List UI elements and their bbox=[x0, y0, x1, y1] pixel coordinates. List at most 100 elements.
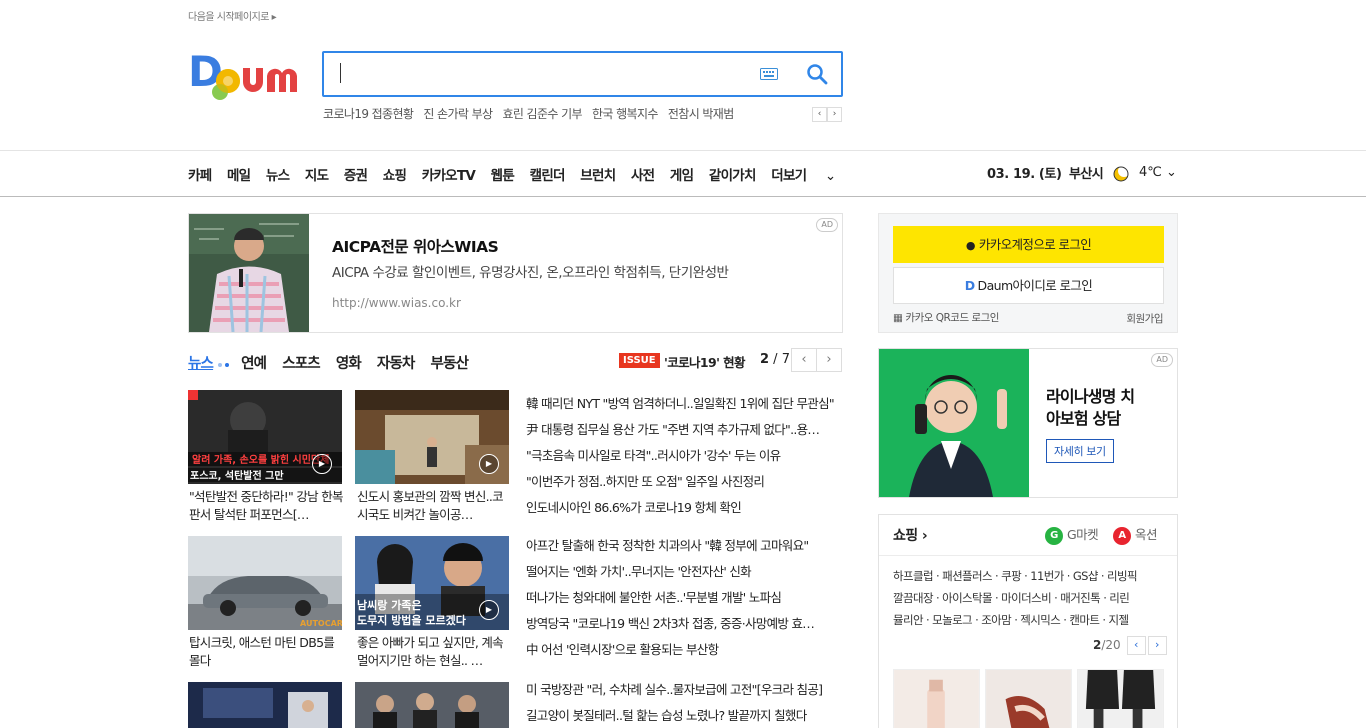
tab-news[interactable]: 뉴스 bbox=[188, 356, 214, 372]
headline-item[interactable]: "이번주가 정점..하지만 또 오점" 일주일 사진정리 bbox=[526, 469, 846, 495]
headline-item[interactable]: 인도네시아인 86.6%가 코로나19 항체 확인 bbox=[526, 495, 846, 521]
tab-sports[interactable]: 스포츠 bbox=[282, 356, 320, 372]
nav-item-kakaotv[interactable]: 카카오TV bbox=[422, 168, 476, 184]
trending-keywords: 코로나19 접종현황 진 손가락 부상 효린 김준수 기부 한국 행복지수 전참시 박재… bbox=[323, 105, 744, 122]
ad-url[interactable]: http://www.wias.co.kr bbox=[332, 296, 461, 310]
ad-badge: AD bbox=[816, 218, 838, 232]
auction-link[interactable]: A 옥션 bbox=[1113, 524, 1158, 545]
weather-city[interactable]: 부산시 bbox=[1069, 163, 1104, 182]
headline-item[interactable]: 길고양이 봇질테러..털 핥는 습성 노렸나? 발끝까지 칠했다 bbox=[526, 703, 846, 728]
gmarket-link[interactable]: G G마켓 bbox=[1045, 524, 1099, 545]
tab-entertainment[interactable]: 연예 bbox=[241, 356, 267, 372]
headline-item[interactable]: 방역당국 "코로나19 백신 2차3차 접종, 중증·사망예방 효… bbox=[526, 611, 846, 637]
tab-car[interactable]: 자동차 bbox=[377, 356, 415, 372]
shopping-prev-button[interactable]: ‹ bbox=[1126, 636, 1146, 655]
page-current: 2 bbox=[760, 352, 770, 367]
text-cursor bbox=[340, 63, 341, 83]
issue-badge: ISSUE bbox=[619, 353, 660, 368]
search-box[interactable] bbox=[322, 51, 843, 97]
officials-photo bbox=[355, 682, 509, 728]
play-icon: ▶ bbox=[479, 454, 499, 474]
issue-prev-button[interactable]: ‹ bbox=[791, 348, 817, 372]
issue-next-button[interactable]: › bbox=[816, 348, 842, 372]
issue-topic[interactable]: '코로나19' 현황 bbox=[664, 352, 746, 371]
nav-item-news[interactable]: 뉴스 bbox=[266, 168, 290, 184]
insurance-ad[interactable]: AD 라이나생명 치 아보험 상담 자세히 보기 bbox=[878, 348, 1178, 498]
trending-prev-button[interactable]: ‹ bbox=[812, 107, 827, 122]
tab-realestate[interactable]: 부동산 bbox=[431, 356, 469, 372]
search-icon[interactable] bbox=[806, 63, 828, 85]
gmarket-icon: G bbox=[1045, 526, 1063, 545]
nav-item-shopping[interactable]: 쇼핑 bbox=[383, 168, 407, 184]
news-thumbnail-caption[interactable]: 좋은 아빠가 되고 싶지만, 계속 멀어지기만 하는 현실.. … bbox=[357, 634, 513, 670]
nav-item-webtoon[interactable]: 웹툰 bbox=[491, 168, 515, 184]
news-thumbnail-caption[interactable]: 탑시크릿, 애스턴 마틴 DB5를 몰다 bbox=[189, 634, 345, 670]
trending-next-button[interactable]: › bbox=[827, 107, 842, 122]
ad-title[interactable]: AICPA전문 위아스WIAS bbox=[332, 235, 499, 257]
headline-item[interactable]: 떠나가는 청와대에 불안한 서촌..'무분별 개발' 노파심 bbox=[526, 585, 846, 611]
trending-keyword[interactable]: 전참시 박재범 bbox=[668, 107, 734, 121]
signup-link[interactable]: 회원가입 bbox=[1126, 311, 1163, 326]
daum-logo[interactable]: D bbox=[188, 48, 306, 100]
news-thumbnail-caption[interactable]: "석탄발전 중단하라!" 강남 한복판서 탈석탄 퍼포먼스[… bbox=[189, 488, 345, 524]
auction-icon: A bbox=[1113, 526, 1131, 545]
temperature[interactable]: 4℃ ⌄ bbox=[1139, 165, 1177, 180]
trending-keyword[interactable]: 효린 김준수 기부 bbox=[502, 107, 582, 121]
nav-item-cafe[interactable]: 카페 bbox=[188, 168, 212, 184]
shopping-title-link[interactable]: 쇼핑 › bbox=[893, 525, 928, 545]
trending-keyword[interactable]: 한국 행복지수 bbox=[592, 107, 658, 121]
shopping-next-button[interactable]: › bbox=[1147, 636, 1167, 655]
gmarket-label: G마켓 bbox=[1067, 527, 1099, 542]
shopping-pager: 2/20 ‹ › bbox=[1093, 636, 1167, 655]
nav-item-dictionary[interactable]: 사전 bbox=[631, 168, 655, 184]
trending-keyword[interactable]: 진 손가락 부상 bbox=[423, 107, 493, 121]
keyboard-icon[interactable] bbox=[760, 68, 778, 80]
headline-item[interactable]: 中 어선 '인력시장'으로 활용되는 부산항 bbox=[526, 637, 846, 663]
nav-item-together[interactable]: 같이가치 bbox=[709, 168, 757, 184]
nav-item-brunch[interactable]: 브런치 bbox=[580, 168, 616, 184]
nav-item-map[interactable]: 지도 bbox=[305, 168, 329, 184]
set-homepage-link[interactable]: 다음을 시작페이지로 ▸ bbox=[188, 8, 277, 23]
qr-code-icon: ▦ bbox=[893, 312, 903, 324]
news-thumbnail[interactable] bbox=[355, 682, 509, 728]
trending-keyword[interactable]: 코로나19 접종현황 bbox=[323, 107, 414, 121]
news-thumbnail[interactable]: 남씨랑 가족은 도무지 방법을 모르겠다 ▶ bbox=[355, 536, 509, 630]
ad-description[interactable]: AICPA 수강료 할인이벤트, 유명강사진, 온,오프라인 학점취득, 단기완… bbox=[332, 261, 729, 281]
kakao-login-button[interactable]: ● 카카오계정으로 로그인 bbox=[893, 226, 1164, 263]
news-thumbnail-caption[interactable]: 신도시 홍보관의 깜짝 변신..코시국도 비켜간 놀이공… bbox=[357, 488, 513, 524]
headline-item[interactable]: 尹 대통령 집무실 용산 가도 "주변 지역 추가규제 없다"..용… bbox=[526, 417, 846, 443]
shopping-links: 하프클럽 · 패션플러스 · 쿠팡 · 11번가 · GS샵 · 리빙픽 깔끔대… bbox=[893, 565, 1165, 631]
shopping-links-row[interactable]: 뮬리안 · 모놀로그 · 조아맘 · 젝시믹스 · 캔마트 · 지젤 bbox=[893, 609, 1165, 631]
news-thumbnail[interactable] bbox=[188, 682, 342, 728]
kakao-login-label: 카카오계정으로 로그인 bbox=[978, 237, 1092, 252]
nav-item-mail[interactable]: 메일 bbox=[227, 168, 251, 184]
divider bbox=[879, 555, 1177, 556]
headline-list: 미 국방장관 "러, 수차례 실수..물자보급에 고전"[우크라 침공] 길고양… bbox=[526, 677, 846, 728]
qr-login-link[interactable]: ▦ 카카오 QR코드 로그인 bbox=[893, 310, 999, 325]
product-image[interactable] bbox=[985, 669, 1072, 728]
product-image[interactable] bbox=[1077, 669, 1164, 728]
news-thumbnail[interactable]: 알려 가족, 손오를 밝힌 시민단체 포스코, 석탄발전 그만 ▶ bbox=[188, 390, 342, 484]
headline-item[interactable]: 韓 때리던 NYT "방역 엄격하더니..일일확진 1위에 집단 무관심" bbox=[526, 391, 846, 417]
car-photo: AUTOCAR bbox=[188, 536, 342, 630]
login-box: ● 카카오계정으로 로그인 D Daum아이디로 로그인 ▦ 카카오 QR코드 로그인… bbox=[878, 213, 1178, 333]
news-thumbnail[interactable]: ▶ bbox=[355, 390, 509, 484]
news-thumbnail[interactable]: AUTOCAR bbox=[188, 536, 342, 630]
product-image[interactable] bbox=[893, 669, 980, 728]
daum-login-button[interactable]: D Daum아이디로 로그인 bbox=[893, 267, 1164, 304]
nav-item-game[interactable]: 게임 bbox=[670, 168, 694, 184]
shopping-links-row[interactable]: 깔끔대장 · 아이스탁몰 · 마이더스비 · 매거진톡 · 리린 bbox=[893, 587, 1165, 609]
ad-details-button[interactable]: 자세히 보기 bbox=[1046, 439, 1114, 463]
headline-item[interactable]: 아프간 탈출해 한국 정착한 치과의사 "韓 정부에 고마워요" bbox=[526, 533, 846, 559]
nav-item-stock[interactable]: 증권 bbox=[344, 168, 368, 184]
ad-model-image bbox=[879, 349, 1029, 497]
headline-item[interactable]: 떨어지는 '엔화 가치'..무너지는 '안전자산' 신화 bbox=[526, 559, 846, 585]
nav-item-calendar[interactable]: 캘린더 bbox=[530, 168, 566, 184]
nav-item-more[interactable]: 더보기 ⌄ bbox=[771, 168, 851, 184]
headline-item[interactable]: "극초음속 미사일로 타격"..러시아가 '강수' 두는 이유 bbox=[526, 443, 846, 469]
ad-title[interactable]: 라이나생명 치 아보험 상담 bbox=[1046, 386, 1135, 430]
shopping-links-row[interactable]: 하프클럽 · 패션플러스 · 쿠팡 · 11번가 · GS샵 · 리빙픽 bbox=[893, 565, 1165, 587]
ad-banner[interactable]: AD AICPA전문 위아스WIAS AICPA 수강료 할인이벤트, 유명강사… bbox=[188, 213, 843, 333]
tab-movie[interactable]: 영화 bbox=[336, 356, 362, 372]
headline-item[interactable]: 미 국방장관 "러, 수차례 실수..물자보급에 고전"[우크라 침공] bbox=[526, 677, 846, 703]
